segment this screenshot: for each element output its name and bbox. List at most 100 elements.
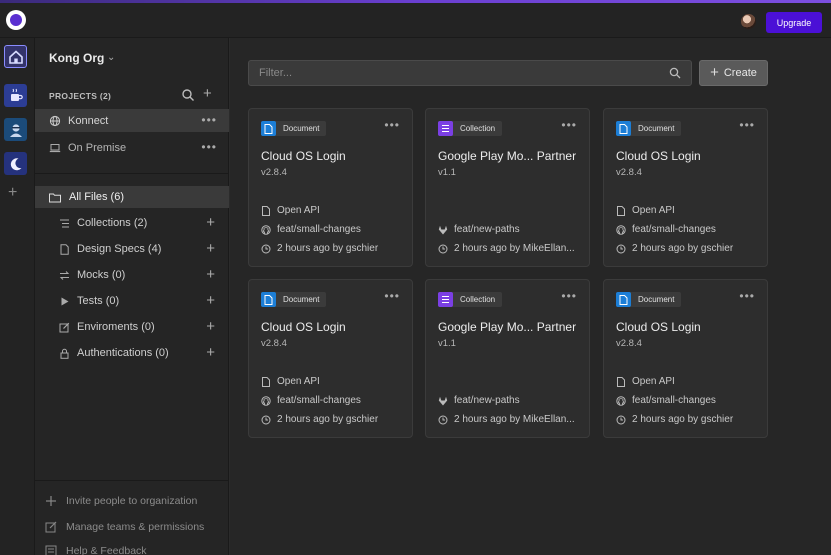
footer-label: Help & Feedback [66, 545, 147, 555]
file-card[interactable]: Document ••• Cloud OS Login v2.8.4 Open … [248, 108, 413, 267]
divider [35, 480, 229, 481]
file-title: Cloud OS Login [261, 320, 346, 334]
document-icon [617, 205, 625, 216]
branch-label: feat/small-changes [632, 395, 716, 406]
file-version: v2.8.4 [616, 167, 642, 178]
spec-label: Open API [632, 376, 675, 387]
file-version: v2.8.4 [261, 338, 287, 349]
more-icon[interactable]: ••• [201, 140, 217, 154]
more-icon[interactable]: ••• [384, 118, 400, 132]
project-label: On Premise [68, 141, 127, 154]
category-collections[interactable]: Collections (2) + [35, 212, 229, 234]
swap-icon [59, 270, 70, 280]
chevron-down-icon[interactable]: ⌄ [107, 52, 115, 63]
moon-icon [10, 157, 21, 170]
project-item-on-premise[interactable]: On Premise ••• [35, 136, 229, 159]
sidebar: Kong Org ⌄ PROJECTS (2) + Konnect ••• On… [35, 38, 229, 555]
add-org-icon[interactable]: + [8, 184, 17, 202]
create-button[interactable]: + Create [699, 60, 768, 86]
category-tests[interactable]: Tests (0) + [35, 290, 229, 312]
category-label: Collections (2) [77, 217, 148, 229]
main-content: + Create Document ••• Cloud OS Login v2.… [230, 38, 831, 555]
org-button-1[interactable] [4, 84, 27, 107]
more-icon[interactable]: ••• [739, 289, 755, 303]
branch-label: feat/new-paths [454, 395, 520, 406]
file-title: Cloud OS Login [616, 149, 701, 163]
document-icon [617, 376, 625, 387]
home-org-button[interactable] [4, 45, 27, 68]
org-button-3[interactable] [4, 152, 27, 175]
more-icon[interactable]: ••• [384, 289, 400, 303]
file-type-badge: Collection [438, 292, 503, 307]
coffee-icon [10, 88, 23, 101]
file-type-label: Document [283, 124, 320, 133]
file-card[interactable]: Collection ••• Google Play Mo... Partner… [425, 279, 590, 438]
file-type-badge: Document [616, 121, 682, 136]
file-card[interactable]: Collection ••• Google Play Mo... Partner… [425, 108, 590, 267]
upgrade-button[interactable]: Upgrade [766, 12, 822, 33]
plus-icon: + [710, 64, 719, 81]
updated-label: 2 hours ago by gschier [277, 243, 379, 254]
app-logo-icon[interactable] [6, 10, 26, 30]
play-icon [61, 297, 69, 305]
file-card[interactable]: Document ••• Cloud OS Login v2.8.4 Open … [248, 279, 413, 438]
updated-label: 2 hours ago by gschier [632, 243, 734, 254]
document-icon [261, 292, 276, 307]
file-version: v1.1 [438, 338, 456, 349]
file-type-badge: Document [616, 292, 682, 307]
file-card[interactable]: Document ••• Cloud OS Login v2.8.4 Open … [603, 108, 768, 267]
branch-row: feat/small-changes [261, 224, 361, 235]
add-environment-icon[interactable]: + [206, 318, 215, 335]
category-mocks[interactable]: Mocks (0) + [35, 264, 229, 286]
github-icon [261, 395, 271, 406]
branch-label: feat/new-paths [454, 224, 520, 235]
document-icon [616, 121, 631, 136]
more-icon[interactable]: ••• [201, 113, 217, 127]
more-icon[interactable]: ••• [561, 289, 577, 303]
collection-icon [438, 292, 453, 307]
updated-row: 2 hours ago by MikeEllan... [438, 243, 575, 254]
add-mock-icon[interactable]: + [206, 266, 215, 283]
category-environments[interactable]: Enviroments (0) + [35, 316, 229, 338]
category-label: Tests (0) [77, 295, 120, 307]
file-type-badge: Document [261, 121, 327, 136]
org-button-2[interactable] [4, 118, 27, 141]
help-feedback-link[interactable]: Help & Feedback [45, 542, 147, 555]
branch-row: feat/small-changes [616, 395, 716, 406]
footer-label: Invite people to organization [66, 495, 198, 507]
file-type-label: Collection [460, 295, 496, 304]
add-authentication-icon[interactable]: + [206, 344, 215, 361]
category-authentications[interactable]: Authentications (0) + [35, 342, 229, 364]
category-design-specs[interactable]: Design Specs (4) + [35, 238, 229, 260]
filter-input[interactable] [249, 61, 649, 85]
search-icon[interactable] [181, 88, 195, 102]
add-collection-icon[interactable]: + [206, 214, 215, 231]
org-name[interactable]: Kong Org [49, 51, 104, 65]
github-icon [616, 395, 626, 406]
file-version: v1.1 [438, 167, 456, 178]
manage-teams-link[interactable]: Manage teams & permissions [45, 518, 204, 536]
updated-label: 2 hours ago by gschier [277, 414, 379, 425]
spec-label: Open API [632, 205, 675, 216]
filter-field[interactable] [248, 60, 692, 86]
footer-label: Manage teams & permissions [66, 521, 205, 533]
add-design-spec-icon[interactable]: + [206, 240, 215, 257]
more-icon[interactable]: ••• [561, 118, 577, 132]
file-card[interactable]: Document ••• Cloud OS Login v2.8.4 Open … [603, 279, 768, 438]
github-icon [261, 224, 271, 235]
updated-label: 2 hours ago by gschier [632, 414, 734, 425]
project-item-konnect[interactable]: Konnect ••• [35, 109, 229, 132]
search-icon[interactable] [669, 67, 681, 79]
list-icon [60, 219, 69, 227]
more-icon[interactable]: ••• [739, 118, 755, 132]
edit-icon [45, 521, 57, 533]
invite-people-link[interactable]: Invite people to organization [45, 492, 197, 510]
spec-label: Open API [277, 205, 320, 216]
add-test-icon[interactable]: + [206, 292, 215, 309]
user-avatar[interactable] [741, 14, 756, 29]
all-files-label: All Files (6) [69, 191, 125, 203]
file-type-label: Document [283, 295, 320, 304]
add-project-icon[interactable]: + [203, 85, 212, 102]
lock-icon [60, 348, 69, 359]
all-files-item[interactable]: All Files (6) [35, 186, 229, 208]
